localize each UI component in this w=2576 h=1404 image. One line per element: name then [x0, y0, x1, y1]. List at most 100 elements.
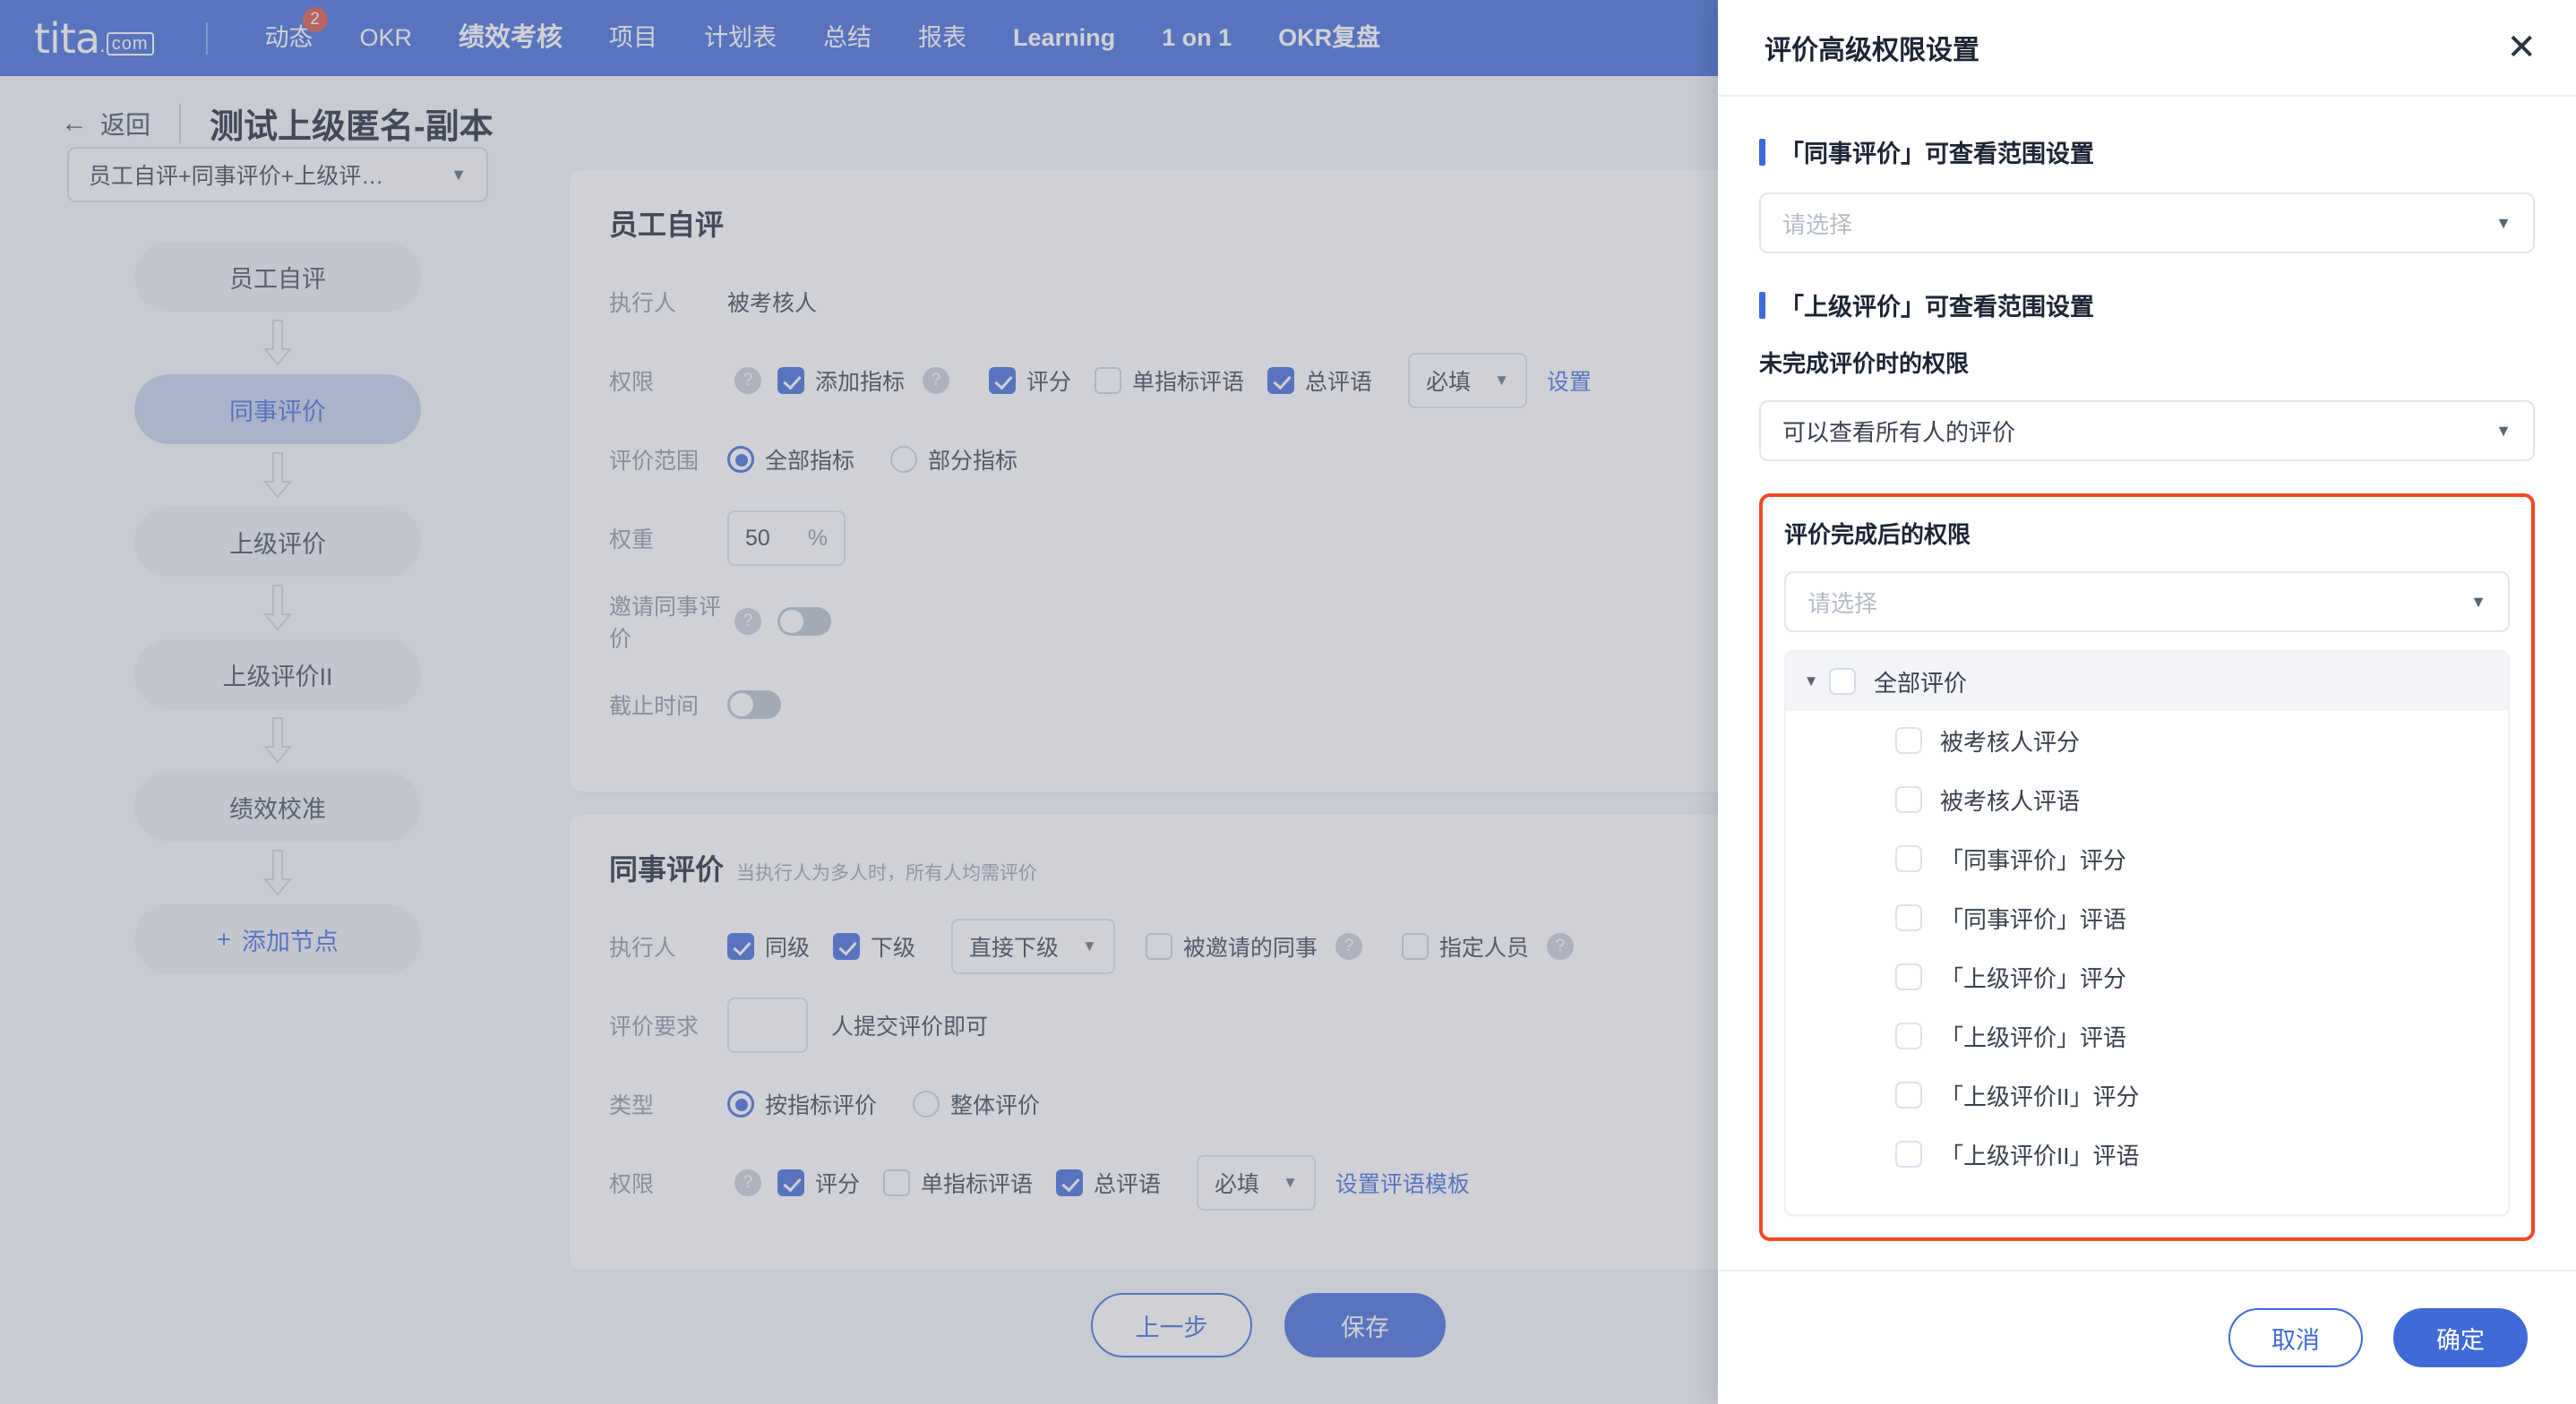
- checkbox-item-5[interactable]: [1895, 963, 1922, 990]
- workflow-node-3[interactable]: 上级评价: [134, 507, 421, 577]
- checkbox-1[interactable]: [727, 933, 754, 960]
- checkbox-item-1[interactable]: 评分: [777, 1167, 860, 1199]
- help-icon[interactable]: ?: [734, 608, 761, 635]
- checkbox-2[interactable]: [989, 367, 1017, 394]
- chevron-down-icon: ▼: [1082, 937, 1097, 955]
- checkbox-extra-2[interactable]: [1401, 933, 1429, 960]
- checkbox-item-3[interactable]: [1895, 845, 1922, 872]
- workflow-rail: 员工自评+同事评价+上级评… ▼ 员工自评同事评价上级评价上级评价II 绩效校准 +…: [0, 147, 555, 1404]
- checkbox-4[interactable]: [1267, 367, 1295, 394]
- tree-row-item-5[interactable]: 「上级评价」评分: [1786, 947, 2508, 1006]
- requirement-input[interactable]: [727, 997, 808, 1053]
- nav-item-7[interactable]: 报表: [895, 0, 990, 76]
- settings-link[interactable]: 设置评语模板: [1335, 1167, 1470, 1199]
- help-icon[interactable]: ?: [1335, 933, 1362, 960]
- checkbox-item-1[interactable]: 添加指标?: [777, 364, 966, 397]
- tree-row-all[interactable]: ▼ 全部评价: [1786, 652, 2508, 711]
- workflow-node-2[interactable]: 同事评价: [134, 374, 421, 444]
- required-select[interactable]: 必填 ▼: [1197, 1155, 1316, 1211]
- cancel-button[interactable]: 取消: [2228, 1308, 2363, 1367]
- executor-extra-checkbox-2[interactable]: 指定人员?: [1401, 930, 1590, 963]
- checkbox-2[interactable]: [883, 1169, 911, 1196]
- checkbox-item-3[interactable]: 总评语: [1056, 1167, 1161, 1199]
- help-icon[interactable]: ?: [734, 367, 761, 394]
- checkbox-item-4[interactable]: [1895, 904, 1922, 931]
- nav-item-label: Learning: [1013, 24, 1116, 51]
- radio-2[interactable]: [913, 1091, 940, 1117]
- tree-row-item-4[interactable]: 「同事评价」评语: [1786, 888, 2508, 947]
- checkbox-label: 评分: [815, 1172, 861, 1197]
- completed-permission-select[interactable]: 请选择 ▼: [1784, 571, 2510, 632]
- radio-item-1[interactable]: 全部指标: [727, 443, 854, 475]
- incomplete-permission-select[interactable]: 可以查看所有人的评价 ▼: [1759, 400, 2535, 461]
- checkbox-2[interactable]: [833, 933, 861, 960]
- workflow-node-4[interactable]: 上级评价II: [134, 639, 421, 709]
- save-button[interactable]: 保存: [1284, 1293, 1446, 1357]
- tree-row-item-1[interactable]: 被考核人评分: [1786, 711, 2508, 770]
- checkbox-all[interactable]: [1829, 668, 1856, 695]
- checkbox-label: 单指标评语: [921, 1172, 1034, 1197]
- checkbox-item-1[interactable]: [1895, 727, 1922, 754]
- tree-row-item-3[interactable]: 「同事评价」评分: [1786, 829, 2508, 888]
- nav-item-1[interactable]: 动态 2: [242, 0, 337, 76]
- checkbox-1[interactable]: [777, 1169, 804, 1196]
- radio-1[interactable]: [727, 1091, 754, 1117]
- checkbox-extra-1[interactable]: [1145, 933, 1172, 960]
- checkbox-item-2[interactable]: 单指标评语: [883, 1167, 1033, 1199]
- radio-item-1[interactable]: 按指标评价: [727, 1088, 877, 1120]
- toggle-switch[interactable]: [777, 607, 831, 636]
- checkbox-item-2[interactable]: [1895, 786, 1922, 813]
- help-icon[interactable]: ?: [923, 367, 950, 394]
- back-button[interactable]: ← 返回: [61, 106, 150, 141]
- help-icon[interactable]: ?: [1546, 933, 1574, 960]
- executor-checkbox-2[interactable]: 下级: [833, 930, 915, 963]
- subordinate-select[interactable]: 直接下级 ▼: [951, 919, 1115, 974]
- required-select[interactable]: 必填 ▼: [1408, 353, 1527, 408]
- nav-item-3[interactable]: 绩效考核: [435, 0, 586, 76]
- tita-logo[interactable]: tita . com: [34, 18, 154, 59]
- checkbox-label: 同级: [765, 936, 811, 961]
- executor-extra-checkbox-1[interactable]: 被邀请的同事?: [1145, 930, 1378, 963]
- nav-item-9[interactable]: 1 on 1: [1138, 0, 1255, 76]
- previous-step-button[interactable]: 上一步: [1091, 1293, 1252, 1357]
- close-icon[interactable]: ✕: [2506, 30, 2537, 65]
- workflow-node-1[interactable]: 员工自评: [134, 242, 421, 312]
- checkbox-1[interactable]: [777, 367, 804, 394]
- peer-scope-select[interactable]: 请选择 ▼: [1759, 193, 2535, 253]
- radio-item-2[interactable]: 整体评价: [913, 1088, 1040, 1120]
- template-select[interactable]: 员工自评+同事评价+上级评… ▼: [67, 147, 488, 202]
- nav-item-6[interactable]: 总结: [800, 0, 895, 76]
- nav-item-2[interactable]: OKR: [337, 0, 436, 76]
- settings-link[interactable]: 设置: [1547, 364, 1592, 397]
- logo-com-badge: com: [106, 31, 154, 56]
- nav-item-10[interactable]: OKR复盘: [1255, 0, 1404, 76]
- tree-row-item-2[interactable]: 被考核人评语: [1786, 770, 2508, 829]
- chevron-down-icon[interactable]: ▼: [1793, 672, 1829, 690]
- nav-item-8[interactable]: Learning: [990, 0, 1138, 76]
- radio-1[interactable]: [727, 446, 754, 473]
- executor-checkbox-1[interactable]: 同级: [727, 930, 810, 963]
- help-icon[interactable]: ?: [734, 1169, 761, 1196]
- checkbox-item-4[interactable]: 总评语: [1267, 364, 1372, 397]
- tree-row-item-7[interactable]: 「上级评价II」评分: [1786, 1066, 2508, 1125]
- checkbox-3[interactable]: [1095, 367, 1122, 394]
- checkbox-item-2[interactable]: 评分: [989, 364, 1071, 397]
- toggle-switch[interactable]: [727, 690, 781, 719]
- weight-input[interactable]: 50%: [727, 510, 846, 566]
- checkbox-item-7[interactable]: [1895, 1082, 1922, 1109]
- completed-permission-placeholder: 请选择: [1807, 589, 1878, 617]
- confirm-button[interactable]: 确定: [2393, 1308, 2528, 1367]
- add-node-button[interactable]: + 添加节点: [134, 904, 421, 974]
- tree-row-item-8[interactable]: 「上级评价II」评语: [1786, 1125, 2508, 1184]
- nav-item-list: 动态 2 OKR 绩效考核 项目 计划表 总结 报表 Learning 1 on 1 OKR复盘: [242, 0, 1404, 76]
- checkbox-item-3[interactable]: 单指标评语: [1095, 364, 1244, 397]
- nav-item-5[interactable]: 计划表: [681, 0, 800, 76]
- checkbox-item-8[interactable]: [1895, 1141, 1922, 1168]
- radio-2[interactable]: [890, 446, 918, 473]
- checkbox-3[interactable]: [1056, 1169, 1084, 1196]
- checkbox-item-6[interactable]: [1895, 1023, 1922, 1049]
- tree-row-item-6[interactable]: 「上级评价」评语: [1786, 1006, 2508, 1066]
- nav-item-4[interactable]: 项目: [586, 0, 681, 76]
- radio-item-2[interactable]: 部分指标: [890, 443, 1018, 475]
- workflow-node-5[interactable]: 绩效校准: [134, 772, 421, 842]
